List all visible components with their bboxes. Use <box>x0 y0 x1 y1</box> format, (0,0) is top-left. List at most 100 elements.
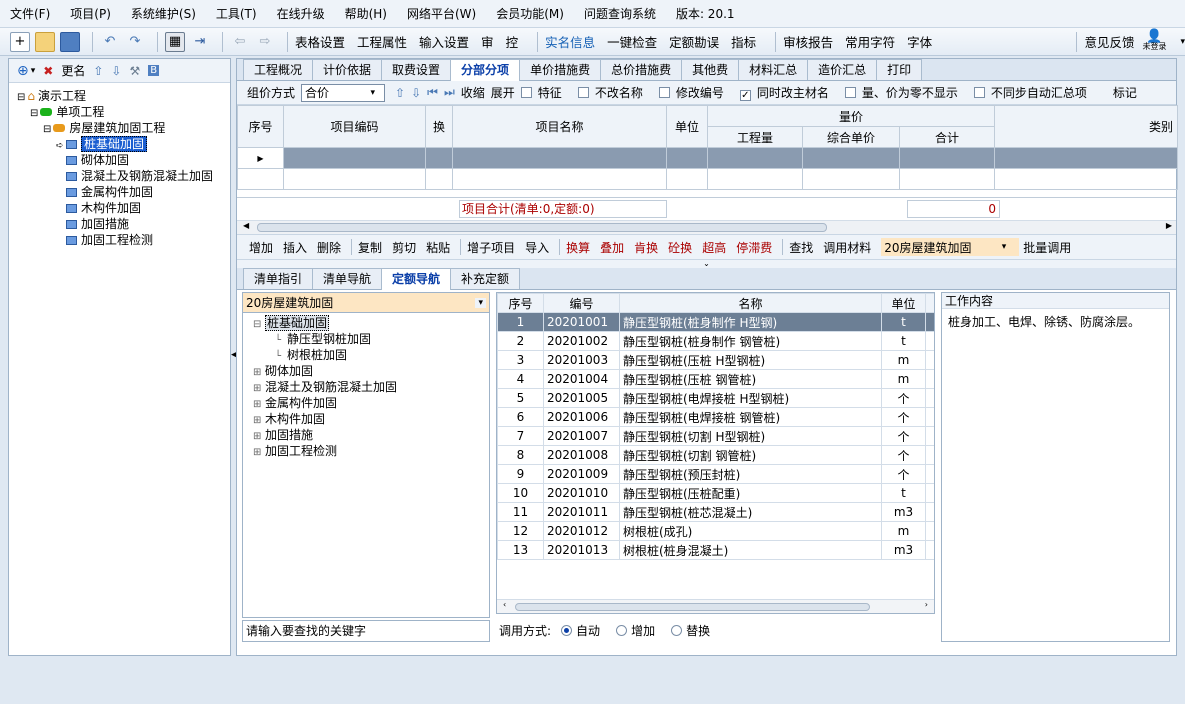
scroll-thumb[interactable] <box>515 603 870 611</box>
arrow-right-icon[interactable]: ⇨ <box>255 32 275 52</box>
command-button[interactable]: 换算 <box>566 239 590 256</box>
col-unit-price[interactable]: 综合单价 <box>802 126 900 148</box>
tree-node[interactable]: ➪ 桩基础加固 <box>17 136 230 152</box>
batch-call-button[interactable]: 批量调用 <box>1023 239 1071 256</box>
login-button[interactable]: 👤 未登录 <box>1142 30 1166 52</box>
scroll-left-icon[interactable]: ‹ <box>503 600 506 609</box>
command-button[interactable]: 增加 <box>249 239 273 256</box>
move-down-icon[interactable]: ⇩ <box>111 64 121 78</box>
option-checkbox[interactable]: 不改名称 <box>577 84 649 101</box>
command-button[interactable]: 导入 <box>525 239 549 256</box>
table-row[interactable]: 2 20201002 静压型钢桩(桩身制作 钢管桩) t <box>497 331 934 351</box>
move-up-icon[interactable]: ⇧ <box>395 86 405 100</box>
hammer-icon[interactable]: ⚒ <box>129 64 140 78</box>
quota-tree-node[interactable]: └ 树根桩加固 <box>253 347 489 363</box>
menu-item[interactable]: 项目(P) <box>70 5 111 22</box>
material-library-select[interactable]: 20房屋建筑加固 ▾ <box>881 238 1020 256</box>
table-row[interactable]: 4 20201004 静压型钢桩(压桩 钢管桩) m <box>497 369 934 389</box>
command-button[interactable]: 肯换 <box>634 239 658 256</box>
quota-tree-node[interactable]: ⊞ 加固工程检测 <box>253 443 489 459</box>
collapse-button[interactable]: 收缩 <box>461 84 485 101</box>
quota-tree-node[interactable]: ⊞ 混凝土及钢筋混凝土加固 <box>253 379 489 395</box>
quota-col-header[interactable]: 编号 <box>543 293 620 313</box>
quota-col-header[interactable]: 序号 <box>497 293 544 313</box>
last-icon[interactable]: ⏭ <box>444 85 455 100</box>
call-mode-radio[interactable]: 自动 <box>561 622 600 639</box>
table-cell[interactable] <box>899 168 995 190</box>
mark-button[interactable]: 标记 <box>1113 84 1137 101</box>
feedback-button[interactable]: 意见反馈 <box>1084 32 1134 51</box>
table-cell[interactable] <box>666 147 708 169</box>
group-mode-select[interactable]: 合价 ▾ <box>301 83 386 102</box>
command-button[interactable]: 停滞费 <box>736 239 772 256</box>
command-button[interactable]: 调用材料 <box>823 239 871 256</box>
option-checkbox[interactable]: ✓ 同时改主材名 <box>739 84 835 101</box>
table-row[interactable]: 9 20201009 静压型钢桩(预压封桩) 个 <box>497 464 934 484</box>
collapse-icon[interactable]: ⊟ <box>43 124 51 135</box>
command-button[interactable]: 叠加 <box>600 239 624 256</box>
command-button[interactable]: 复制 <box>358 239 382 256</box>
chevron-down-icon[interactable]: ▾ <box>1180 37 1185 47</box>
command-button[interactable]: 删除 <box>317 239 341 256</box>
tab-item[interactable]: 取费设置 <box>381 59 452 80</box>
call-mode-radio[interactable]: 替换 <box>671 622 710 639</box>
tab-item[interactable]: 单价措施费 <box>519 59 602 80</box>
redo-icon[interactable]: ↷ <box>125 32 145 52</box>
tab-item[interactable]: 计价依据 <box>312 59 383 80</box>
tab-item[interactable]: 打印 <box>876 59 923 80</box>
tab-item[interactable]: 工程概况 <box>243 59 314 80</box>
table-row[interactable]: 12 20201012 树根桩(成孔) m <box>497 521 934 541</box>
col-total[interactable]: 合计 <box>899 126 995 148</box>
collapse-icon[interactable]: ⊟ <box>253 317 265 333</box>
command-button[interactable]: 砼换 <box>668 239 692 256</box>
option-checkbox[interactable]: 不同步自动汇总项 <box>973 84 1093 101</box>
open-folder-icon[interactable] <box>35 31 55 52</box>
command-button[interactable]: 剪切 <box>392 239 416 256</box>
command-button[interactable]: 超高 <box>702 239 726 256</box>
command-button[interactable]: 插入 <box>283 239 307 256</box>
option-checkbox[interactable]: 特征 <box>520 84 568 101</box>
quota-col-header[interactable]: 名称 <box>619 293 882 313</box>
tree-node[interactable]: 砌体加固 <box>17 152 230 168</box>
arrow-left-icon[interactable]: ⇦ <box>230 32 250 52</box>
save-icon[interactable] <box>60 31 80 52</box>
horizontal-scrollbar[interactable]: ◀ ▶ <box>237 220 1176 234</box>
scroll-thumb[interactable] <box>257 223 827 232</box>
export-icon[interactable]: ⇥ <box>190 32 210 52</box>
table-cell[interactable] <box>425 168 453 190</box>
col-code[interactable]: 项目编码 <box>283 105 426 148</box>
call-mode-radio[interactable]: 增加 <box>616 622 655 639</box>
quota-hscrollbar[interactable]: ‹ › <box>497 599 934 613</box>
panel-splitter-icon[interactable]: ⌄ <box>237 260 1176 268</box>
expand-icon[interactable]: ⊞ <box>253 445 265 461</box>
toolbar-button[interactable]: 常用字符 <box>845 32 895 51</box>
first-icon[interactable]: ⏮ <box>427 85 438 100</box>
table-cell[interactable] <box>283 168 426 190</box>
toolbar-button[interactable]: 输入设置 <box>419 32 469 51</box>
col-name[interactable]: 项目名称 <box>452 105 667 148</box>
table-row[interactable]: 6 20201006 静压型钢桩(电焊接桩 钢管桩) 个 <box>497 407 934 427</box>
col-unit[interactable]: 单位 <box>666 105 708 148</box>
sub-tab-item[interactable]: 补充定额 <box>450 268 521 289</box>
command-button[interactable]: 查找 <box>789 239 813 256</box>
sub-tab-item[interactable]: 清单指引 <box>243 268 314 289</box>
add-circle-icon[interactable]: ⊕ <box>17 63 29 79</box>
delete-icon[interactable]: ✖ <box>43 64 53 78</box>
table-cell[interactable] <box>707 147 803 169</box>
calculator-icon[interactable]: ▦ <box>165 31 185 52</box>
move-up-icon[interactable]: ⇧ <box>93 64 103 78</box>
quota-tree-node[interactable]: ⊟ 桩基础加固 <box>253 315 489 331</box>
new-file-icon[interactable]: + <box>10 31 30 52</box>
tree-node[interactable]: 金属构件加固 <box>17 184 230 200</box>
quota-library-select[interactable]: 20房屋建筑加固 ▾ <box>243 293 489 313</box>
table-cell[interactable] <box>802 147 900 169</box>
tree-node[interactable]: ⊟ ⌂ 演示工程 <box>17 88 230 104</box>
move-down-icon[interactable]: ⇩ <box>411 86 421 100</box>
scroll-left-icon[interactable]: ◀ <box>243 221 249 230</box>
col-seq[interactable]: 序号 <box>237 105 284 148</box>
quota-tree-node[interactable]: ⊞ 木构件加固 <box>253 411 489 427</box>
chevron-down-icon[interactable]: ▾ <box>31 66 36 76</box>
table-row[interactable]: 5 20201005 静压型钢桩(电焊接桩 H型钢桩) 个 <box>497 388 934 408</box>
col-qty[interactable]: 工程量 <box>707 126 803 148</box>
table-cell[interactable] <box>802 168 900 190</box>
